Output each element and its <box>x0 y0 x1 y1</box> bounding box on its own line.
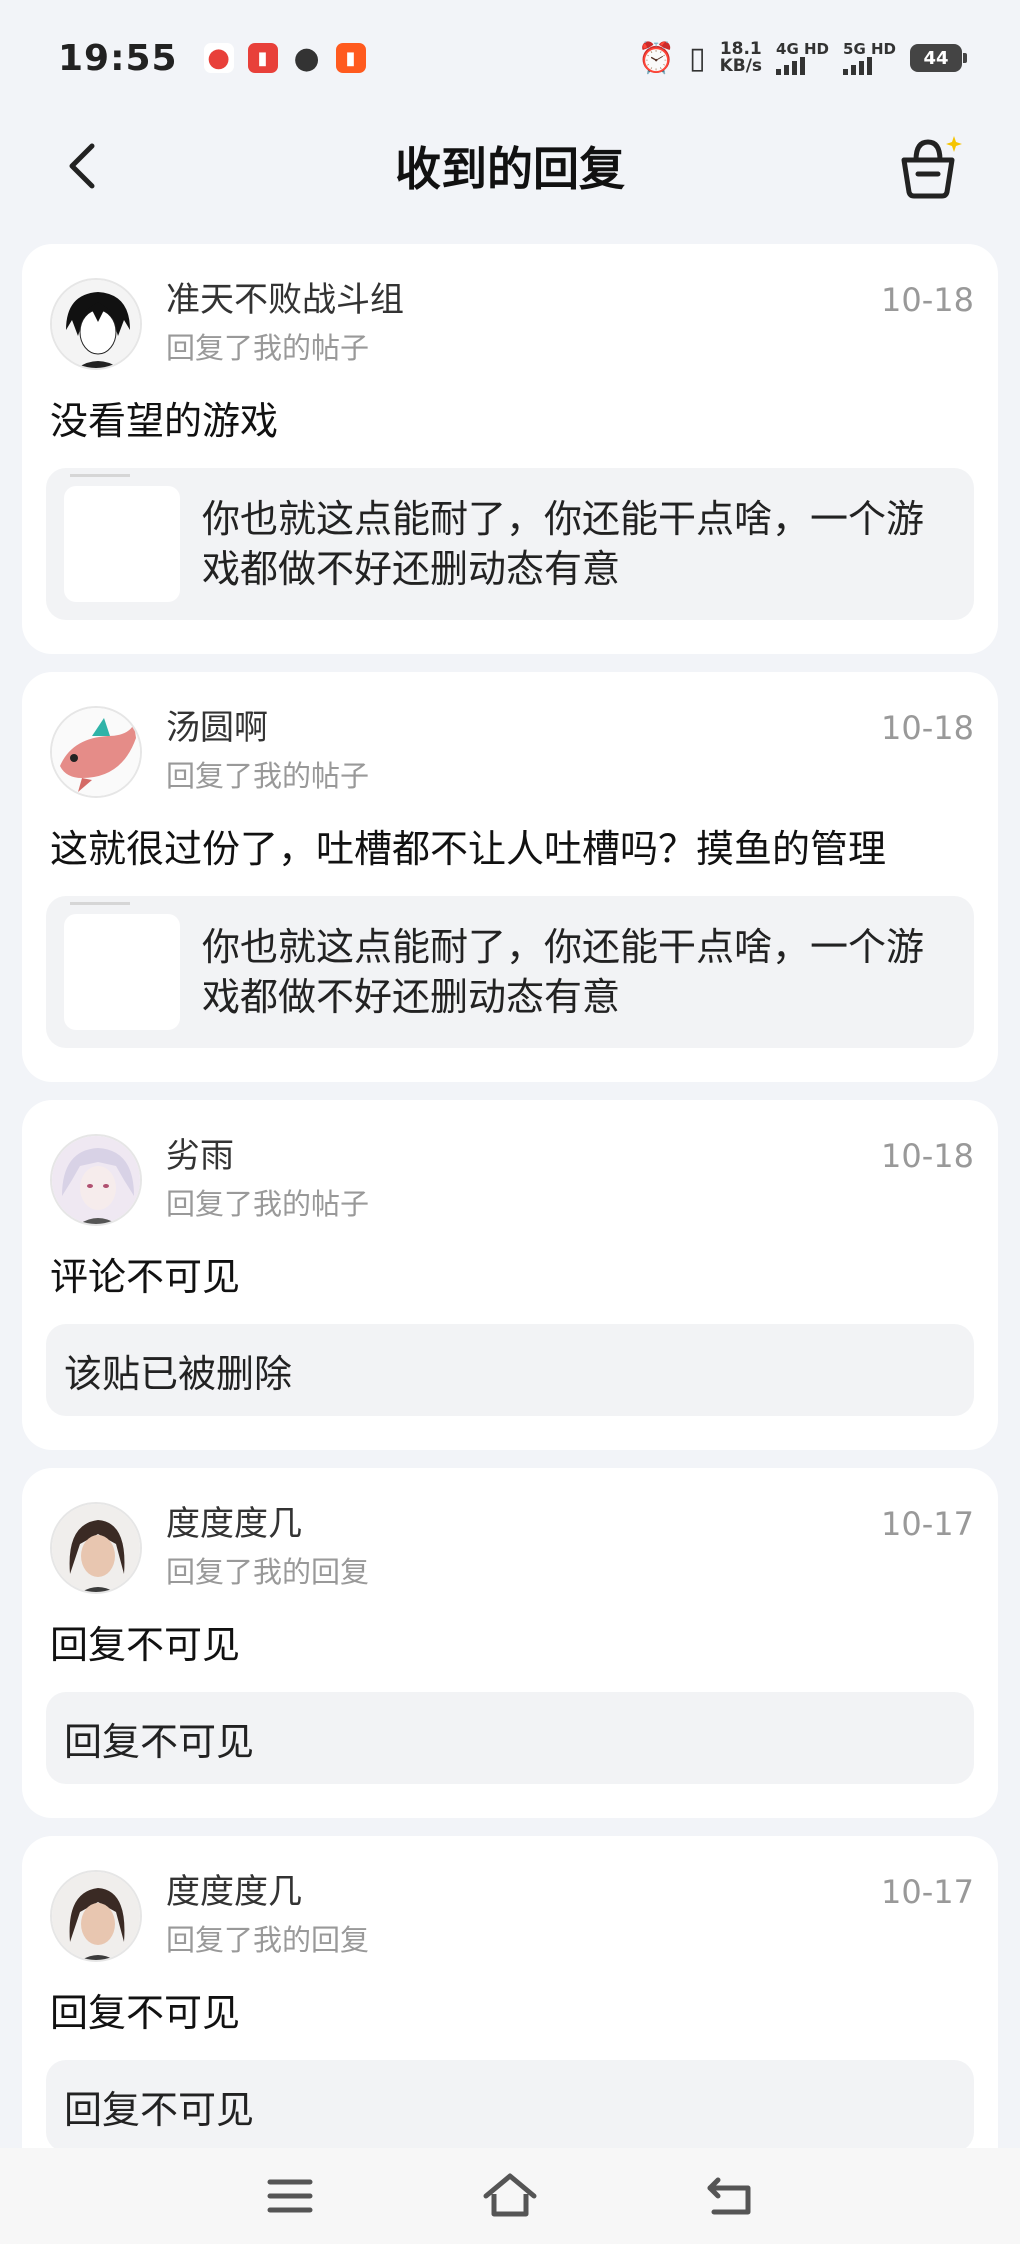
reply-comment: 回复不可见 <box>50 1991 241 2035</box>
signal-bars-icon <box>843 56 896 75</box>
system-nav-bar <box>0 2148 1020 2244</box>
alarm-icon: ⏰ <box>637 40 676 76</box>
reply-card[interactable]: 准天不败战斗组 回复了我的帖子 10-18 没看望的游戏 你也就这点能耐了，你还… <box>22 244 998 654</box>
page-header: 收到的回复 <box>0 116 1020 216</box>
nav-back-button[interactable] <box>700 2166 760 2226</box>
reply-comment: 回复不可见 <box>50 1623 241 1667</box>
quoted-post[interactable]: 该贴已被删除 <box>46 1324 974 1416</box>
network-type-2: 5G HD <box>843 39 896 58</box>
reply-type: 回复了我的帖子 <box>166 331 370 365</box>
reply-card[interactable]: 度度度几 回复了我的回复 10-17 回复不可见 回复不可见 <box>22 1468 998 1818</box>
signal-bars-icon <box>776 56 829 75</box>
vibrate-icon: ▯ <box>689 40 706 76</box>
reply-date: 10-17 <box>881 1873 974 1911</box>
quoted-post-text: 你也就这点能耐了，你还能干点啥，一个游戏都做不好还删动态有意 <box>202 925 925 1019</box>
basket-button[interactable] <box>896 132 966 202</box>
listen-app-icon: ▮ <box>247 43 278 73</box>
basket-sparkle-icon <box>901 136 962 199</box>
reply-type: 回复了我的帖子 <box>166 1187 370 1221</box>
user-name[interactable]: 度度度几 <box>166 1870 881 1914</box>
map-app-icon: ● <box>203 43 234 73</box>
signal-1: 4G HD <box>776 39 830 75</box>
quoted-post[interactable]: 回复不可见 <box>46 2060 974 2152</box>
reply-list: 准天不败战斗组 回复了我的帖子 10-18 没看望的游戏 你也就这点能耐了，你还… <box>22 244 998 2204</box>
network-type-1: 4G HD <box>776 39 830 58</box>
notification-icons: ● ▮ ● ▮ <box>203 40 366 76</box>
user-name[interactable]: 汤圆啊 <box>166 706 881 750</box>
avatar[interactable] <box>50 706 142 798</box>
user-name[interactable]: 度度度几 <box>166 1502 881 1546</box>
reply-comment: 这就很过份了，吐槽都不让人吐槽吗？摸鱼的管理 <box>50 827 887 871</box>
quoted-post-thumbnail <box>64 474 180 602</box>
quoted-post-thumbnail <box>64 902 180 1030</box>
battery-level: 44 <box>923 47 949 69</box>
network-speed: 18.1 KB/s <box>720 41 762 75</box>
taobao-app-icon: ▮ <box>335 43 366 73</box>
page-title: 收到的回复 <box>395 142 625 196</box>
reply-date: 10-18 <box>881 709 974 747</box>
reply-card[interactable]: 汤圆啊 回复了我的帖子 10-18 这就很过份了，吐槽都不让人吐槽吗？摸鱼的管理… <box>22 672 998 1082</box>
reply-comment: 没看望的游戏 <box>50 399 279 443</box>
chevron-left-icon <box>69 143 95 189</box>
reply-type: 回复了我的回复 <box>166 1923 370 1957</box>
quoted-post-text: 你也就这点能耐了，你还能干点啥，一个游戏都做不好还删动态有意 <box>202 497 925 591</box>
avatar[interactable] <box>50 1502 142 1594</box>
avatar[interactable] <box>50 278 142 370</box>
quoted-post[interactable]: 你也就这点能耐了，你还能干点啥，一个游戏都做不好还删动态有意 <box>46 896 974 1048</box>
home-icon <box>483 2173 537 2217</box>
reply-card[interactable]: 度度度几 回复了我的回复 10-17 回复不可见 回复不可见 <box>22 1836 998 2186</box>
back-icon <box>707 2177 751 2215</box>
reply-date: 10-18 <box>881 281 974 319</box>
battery-icon: 44 <box>910 44 967 72</box>
status-right: ⏰ ▯ 18.1 KB/s 4G HD 5G HD 44 <box>637 39 967 76</box>
reply-date: 10-18 <box>881 1137 974 1175</box>
reply-type: 回复了我的回复 <box>166 1555 370 1589</box>
status-bar: 19:55 ● ▮ ● ▮ ⏰ ▯ 18.1 KB/s 4G HD 5G HD … <box>0 0 1020 116</box>
menu-icon <box>267 2179 313 2213</box>
signal-2: 5G HD <box>843 39 896 75</box>
user-name[interactable]: 劣雨 <box>166 1134 881 1178</box>
nav-menu-button[interactable] <box>260 2166 320 2226</box>
message-bubble-icon: ● <box>293 40 320 76</box>
avatar[interactable] <box>50 1870 142 1962</box>
quoted-post[interactable]: 你也就这点能耐了，你还能干点啥，一个游戏都做不好还删动态有意 <box>46 468 974 620</box>
status-time: 19:55 <box>58 37 178 79</box>
reply-type: 回复了我的帖子 <box>166 759 370 793</box>
reply-date: 10-17 <box>881 1505 974 1543</box>
reply-comment: 评论不可见 <box>50 1255 241 1299</box>
avatar[interactable] <box>50 1134 142 1226</box>
nav-home-button[interactable] <box>480 2166 540 2226</box>
reply-card[interactable]: 劣雨 回复了我的帖子 10-18 评论不可见 该贴已被删除 <box>22 1100 998 1450</box>
back-button[interactable] <box>56 138 112 194</box>
speed-unit: KB/s <box>719 56 763 76</box>
quoted-post[interactable]: 回复不可见 <box>46 1692 974 1784</box>
user-name[interactable]: 准天不败战斗组 <box>166 278 881 322</box>
